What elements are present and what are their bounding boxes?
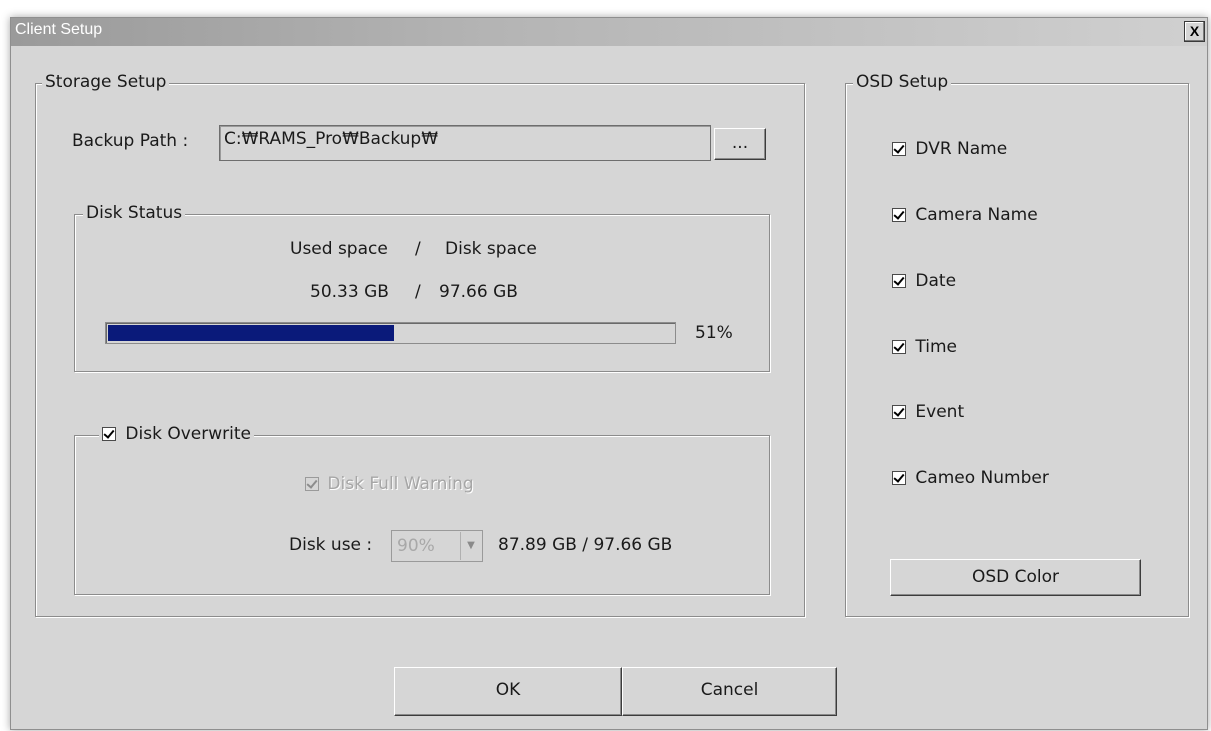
backup-path-input[interactable]: C:₩RAMS_Pro₩Backup₩ [219,125,711,161]
storage-setup-legend: Storage Setup [42,72,170,92]
disk-overwrite-legend[interactable]: Disk Overwrite [99,424,254,444]
disk-full-warning-checkbox[interactable] [305,477,319,491]
backup-path-label: Backup Path : [72,131,189,151]
cancel-button[interactable]: Cancel [622,667,837,716]
disk-full-warning-label: Disk Full Warning [327,474,474,494]
osd-setup-legend: OSD Setup [853,72,952,92]
disk-overwrite-group: Disk Overwrite Disk Full Warning Disk us… [74,424,770,595]
cameo-number-label: Cameo Number [915,468,1049,488]
header-separator: / [415,239,421,259]
event-checkbox[interactable] [892,405,906,419]
used-space-header: Used space [290,239,388,259]
close-button[interactable]: X [1184,21,1205,42]
disk-usage-percent: 51% [695,323,733,343]
used-space-value: 50.33 GB [310,282,389,302]
camera-name-checkbox[interactable] [892,208,906,222]
osd-item-dvr-name[interactable]: DVR Name [892,139,1007,159]
disk-full-warning: Disk Full Warning [305,474,474,494]
disk-usage-progress-fill [108,325,395,341]
disk-status-legend: Disk Status [83,203,186,223]
disk-space-header: Disk space [445,239,537,259]
osd-setup-group: OSD Setup DVR Name Camera Name Date Time… [845,72,1189,617]
cameo-number-checkbox[interactable] [892,471,906,485]
disk-use-value: 90% [397,536,435,556]
time-checkbox[interactable] [892,340,906,354]
date-checkbox[interactable] [892,274,906,288]
disk-use-select[interactable]: 90% ▼ [391,530,483,562]
browse-button[interactable]: ... [714,128,766,160]
osd-item-time[interactable]: Time [892,337,957,357]
osd-item-event[interactable]: Event [892,402,964,422]
disk-status-group: Disk Status Used space / Disk space 50.3… [74,203,770,372]
date-label: Date [915,271,957,291]
storage-setup-group: Storage Setup Backup Path : C:₩RAMS_Pro₩… [35,72,805,617]
value-separator: / [415,282,421,302]
disk-space-value: 97.66 GB [439,282,518,302]
osd-item-camera-name[interactable]: Camera Name [892,205,1038,225]
event-label: Event [915,402,965,422]
disk-use-info: 87.89 GB / 97.66 GB [498,535,673,555]
disk-use-label: Disk use : [289,535,373,555]
dvr-name-checkbox[interactable] [892,142,906,156]
time-label: Time [915,337,958,357]
disk-overwrite-label: Disk Overwrite [125,424,251,444]
window-title: Client Setup [15,21,103,38]
title-bar[interactable]: Client Setup X [11,18,1207,46]
dvr-name-label: DVR Name [915,139,1008,159]
client-setup-dialog: Client Setup X Storage Setup Backup Path… [10,17,1208,730]
osd-item-date[interactable]: Date [892,271,956,291]
osd-color-button[interactable]: OSD Color [890,559,1141,596]
disk-usage-progress-bar [105,322,676,344]
ok-button[interactable]: OK [394,667,622,716]
disk-overwrite-checkbox[interactable] [102,427,116,441]
osd-item-cameo-number[interactable]: Cameo Number [892,468,1049,488]
camera-name-label: Camera Name [915,205,1038,225]
chevron-down-icon[interactable]: ▼ [460,532,481,560]
